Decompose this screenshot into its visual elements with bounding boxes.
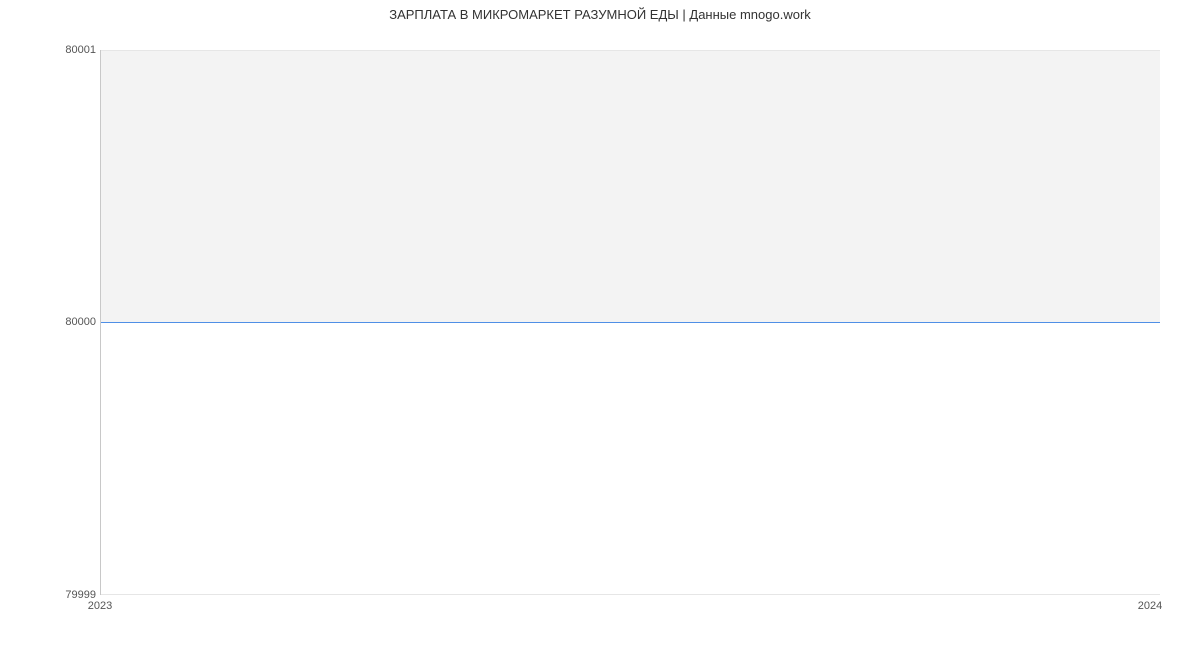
y-tick-label: 80001 xyxy=(6,44,96,56)
data-line xyxy=(101,322,1160,323)
x-tick-label: 2024 xyxy=(1138,600,1162,612)
chart-title: ЗАРПЛАТА В МИКРОМАРКЕТ РАЗУМНОЙ ЕДЫ | Да… xyxy=(0,7,1200,22)
chart-container: ЗАРПЛАТА В МИКРОМАРКЕТ РАЗУМНОЙ ЕДЫ | Да… xyxy=(0,0,1200,650)
x-tick-label: 2023 xyxy=(88,600,112,612)
grid-line xyxy=(101,594,1160,595)
y-tick-label: 80000 xyxy=(6,316,96,328)
grid-band xyxy=(101,50,1160,322)
plot-area xyxy=(100,50,1160,595)
grid-line xyxy=(101,50,1160,51)
y-tick-label: 79999 xyxy=(6,589,96,601)
